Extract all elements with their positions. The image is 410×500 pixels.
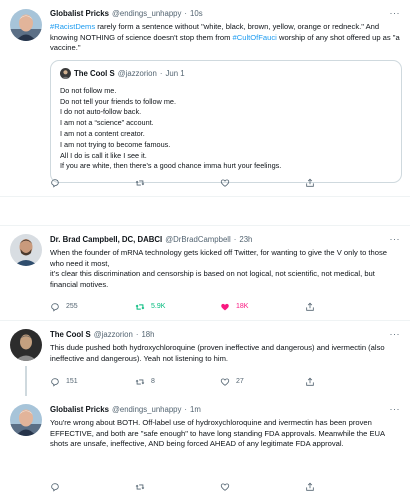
timestamp[interactable]: 1m: [190, 404, 201, 416]
reply-button[interactable]: 151: [50, 377, 135, 387]
reply-button[interactable]: 255: [50, 302, 135, 312]
share-button[interactable]: [305, 482, 390, 492]
avatar[interactable]: [10, 404, 42, 436]
tweet-text: #RacistDems rarely form a sentence witho…: [50, 22, 402, 54]
separator: ·: [135, 330, 139, 339]
tweet-text: When the founder of mRNA technology gets…: [50, 248, 387, 289]
share-icon: [306, 482, 314, 491]
avatar-image: [10, 404, 42, 436]
more-options-icon[interactable]: ···: [390, 233, 401, 245]
like-button[interactable]: 27: [220, 377, 305, 387]
avatar[interactable]: [10, 9, 42, 41]
reply-icon: [51, 303, 59, 312]
handle[interactable]: @endings_unhappy: [112, 8, 181, 20]
avatar-image: [10, 329, 42, 361]
display-name[interactable]: Globalist Pricks: [50, 8, 109, 20]
timestamp[interactable]: 23h: [239, 234, 252, 246]
display-name[interactable]: The Cool S: [50, 329, 91, 341]
quoted-line: I am not a “science” account.: [60, 118, 154, 128]
tweet-text: You're wrong about BOTH. Off-label use o…: [50, 418, 385, 449]
reply-count: 255: [66, 303, 78, 311]
share-button[interactable]: [305, 302, 390, 312]
avatar[interactable]: [10, 234, 42, 266]
like-button[interactable]: [220, 178, 305, 188]
retweet-icon: [135, 379, 145, 385]
more-options-icon[interactable]: ···: [390, 403, 401, 415]
heart-icon: [220, 378, 230, 386]
like-count: 18K: [236, 303, 249, 311]
separator: ·: [184, 405, 188, 414]
tweet-actions: [50, 482, 390, 492]
tweet[interactable]: Globalist Pricks @endings_unhappy · 1m ·…: [0, 396, 410, 500]
reply-button[interactable]: [50, 482, 135, 492]
like-button[interactable]: 18K: [220, 302, 305, 312]
share-icon: [306, 377, 314, 386]
like-count: 27: [236, 378, 244, 386]
separator: ·: [233, 235, 237, 244]
reply-button[interactable]: [50, 178, 135, 188]
heart-icon: [220, 483, 230, 491]
quoted-line: I am not a content creator.: [60, 128, 145, 138]
separator: ·: [159, 68, 163, 78]
display-name[interactable]: Globalist Pricks: [50, 404, 109, 416]
timestamp[interactable]: 10s: [190, 8, 203, 20]
reply-icon: [51, 179, 59, 188]
quoted-line: All I do is call it like I see it.: [60, 150, 147, 160]
hashtag-link[interactable]: #CultOfFauci: [233, 33, 277, 42]
like-button[interactable]: [220, 482, 305, 492]
quoted-line: If you are white, then there’s a good ch…: [60, 161, 282, 171]
share-button[interactable]: [305, 178, 390, 188]
handle[interactable]: @DrBradCampbell: [165, 234, 231, 246]
retweet-button[interactable]: 8: [135, 377, 220, 387]
tweet-feed: Globalist Pricks @endings_unhappy · 10s …: [0, 0, 410, 500]
tweet-actions: [50, 178, 390, 188]
quoted-display-name: The Cool S: [74, 68, 115, 78]
reply-count: 151: [66, 378, 78, 386]
tweet[interactable]: Globalist Pricks @endings_unhappy · 10s …: [0, 0, 410, 197]
separator: ·: [184, 9, 188, 18]
handle[interactable]: @jazzorion: [94, 329, 133, 341]
avatar-image: [60, 68, 71, 80]
quoted-tweet[interactable]: The Cool S @jazzorion · Jun 1 Do not fol…: [50, 59, 402, 184]
more-options-icon[interactable]: ···: [390, 7, 401, 19]
share-button[interactable]: [305, 377, 390, 387]
avatar-image: [10, 234, 42, 266]
quoted-line: I am not trying to become famous.: [60, 139, 171, 149]
hashtag-link[interactable]: #RacistDems: [50, 22, 95, 31]
heart-icon: [220, 179, 230, 187]
share-icon: [306, 178, 314, 187]
timestamp[interactable]: 18h: [141, 329, 154, 341]
quoted-text: Do not follow me. Do not tell your frien…: [60, 86, 392, 172]
avatar[interactable]: [10, 329, 42, 361]
quoted-line: Do not follow me.: [60, 85, 117, 95]
retweet-icon: [135, 304, 145, 310]
retweet-button[interactable]: [135, 178, 220, 188]
tweet-actions: 255 5.9K 18K: [50, 302, 390, 312]
retweet-button[interactable]: 5.9K: [135, 302, 220, 312]
quoted-avatar: [60, 68, 71, 80]
retweet-count: 5.9K: [151, 303, 166, 311]
more-options-icon[interactable]: ···: [390, 328, 401, 340]
quoted-timestamp: Jun 1: [165, 68, 185, 78]
tweet-text: This dude pushed both hydroxychloroquine…: [50, 343, 385, 363]
tweet[interactable]: The Cool S @jazzorion · 18h ··· This dud…: [0, 321, 410, 396]
handle[interactable]: @endings_unhappy: [112, 404, 181, 416]
reply-icon: [51, 378, 59, 387]
quoted-handle: @jazzorion: [117, 68, 157, 78]
avatar-image: [10, 9, 42, 41]
retweet-count: 8: [151, 378, 155, 386]
quoted-line: Do not tell your friends to follow me.: [60, 96, 176, 106]
retweet-icon: [135, 484, 145, 490]
share-icon: [306, 302, 314, 311]
tweet-actions: 151 8 27: [50, 377, 390, 387]
quoted-line: I do not auto-follow back.: [60, 107, 142, 117]
retweet-icon: [135, 180, 145, 186]
retweet-button[interactable]: [135, 482, 220, 492]
reply-icon: [51, 483, 59, 492]
display-name[interactable]: Dr. Brad Campbell, DC, DABCI: [50, 234, 162, 246]
heart-icon: [221, 303, 229, 311]
tweet[interactable]: Dr. Brad Campbell, DC, DABCI @DrBradCamp…: [0, 225, 410, 321]
thread-line: [25, 366, 27, 396]
